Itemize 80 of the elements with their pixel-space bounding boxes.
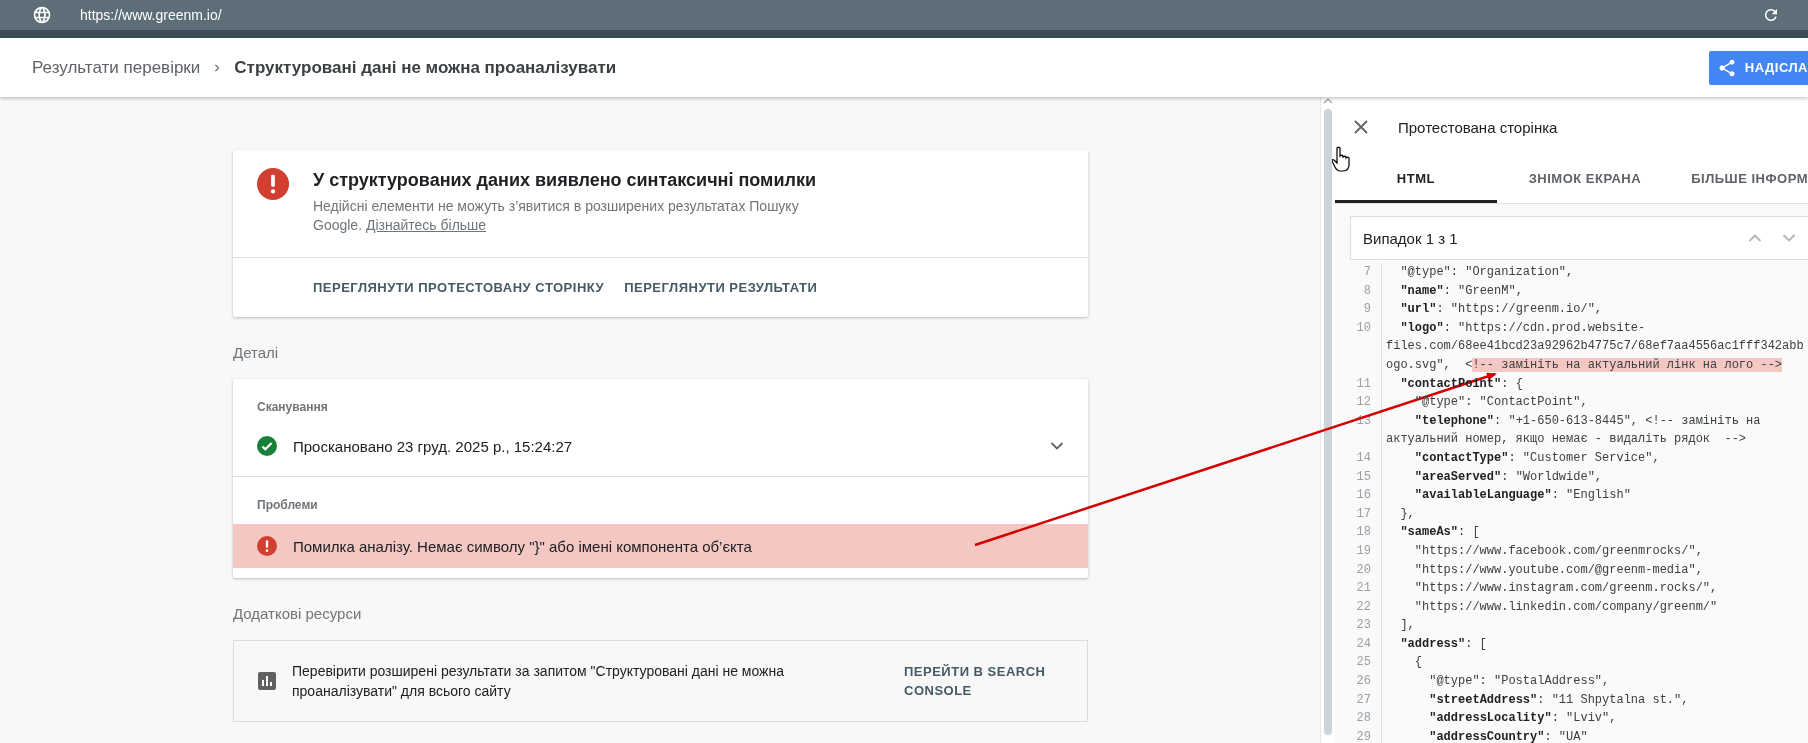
code-line: "availableLanguage": "English" bbox=[1413, 487, 1631, 505]
code-line: ], bbox=[1399, 617, 1415, 635]
refresh-icon[interactable] bbox=[1762, 6, 1780, 24]
code-line: "https://www.youtube.com/@greenm-media", bbox=[1413, 561, 1703, 579]
code-line: "https://www.instagram.com/greenm.rocks/", bbox=[1413, 580, 1718, 598]
code-line: "@type": "PostalAddress", bbox=[1428, 673, 1610, 691]
code-line: "streetAddress": "11 Shpytalna st.", bbox=[1428, 691, 1689, 709]
line-number: 19 bbox=[1335, 541, 1382, 561]
chevron-down-icon[interactable] bbox=[1050, 441, 1064, 451]
line-number: 15 bbox=[1335, 467, 1382, 487]
line-number: 8 bbox=[1335, 281, 1382, 301]
scrollbar[interactable] bbox=[1320, 97, 1335, 743]
pointer-cursor-icon bbox=[1332, 146, 1352, 172]
code-line: ogo.svg", <!-- замініть на актуальний лінк на лого --> bbox=[1385, 356, 1783, 374]
resource-text: Перевірити розширені результати за запитом "Структуровані дані не можна проаналізувати" для всього сайту bbox=[292, 662, 785, 701]
line-number: 29 bbox=[1335, 727, 1382, 743]
code-line: "url": "https://greenm.io/", bbox=[1399, 301, 1603, 319]
close-button[interactable] bbox=[1354, 120, 1368, 134]
code-line: "telephone": "+1-650-613-8445", <!-- замініть на bbox=[1413, 412, 1761, 430]
tab[interactable]: БІЛЬШЕ ІНФОРМ bbox=[1673, 157, 1808, 203]
line-number: 18 bbox=[1335, 523, 1382, 542]
line-number: 25 bbox=[1335, 653, 1382, 673]
submit-button[interactable]: НАДІСЛА bbox=[1708, 50, 1808, 85]
line-number: 23 bbox=[1335, 616, 1382, 635]
scroll-up-icon[interactable] bbox=[1323, 97, 1333, 105]
line-number: 27 bbox=[1335, 690, 1382, 710]
code-line: "@type": "Organization", bbox=[1399, 264, 1574, 281]
line-number: 26 bbox=[1335, 672, 1382, 691]
code-line: "@type": "ContactPoint", bbox=[1413, 394, 1588, 412]
line-number: 7 bbox=[1335, 263, 1382, 282]
error-icon bbox=[257, 536, 277, 556]
line-number: 11 bbox=[1335, 374, 1382, 394]
code-line: актуальний номер, якщо немає - видаліть рядок --> bbox=[1385, 431, 1747, 449]
page-title: Структуровані дані не можна проаналізувати bbox=[234, 57, 617, 78]
code-line: "logo": "https://cdn.prod.website- bbox=[1399, 319, 1646, 337]
summary-description: Недійсні елементи не можуть з’явитися в розширених результатах Пошуку Google. Дізнайтесь більше bbox=[313, 197, 800, 235]
action-button[interactable]: ПЕРЕГЛЯНУТИ РЕЗУЛЬТАТИ bbox=[624, 274, 818, 301]
section-heading: Додаткові ресурси bbox=[233, 605, 363, 622]
code-line: "addressLocality": "Lviv", bbox=[1428, 710, 1617, 728]
code-line: "addressCountry": "UA" bbox=[1428, 728, 1588, 743]
line-number: 9 bbox=[1335, 300, 1382, 319]
line-number: 22 bbox=[1335, 597, 1382, 617]
code-line: "name": "GreenM", bbox=[1399, 282, 1523, 300]
line-number: 20 bbox=[1335, 560, 1382, 580]
line-number: 10 bbox=[1335, 318, 1382, 338]
check-circle-icon bbox=[257, 436, 277, 456]
line-number: 17 bbox=[1335, 504, 1382, 524]
line-number: 12 bbox=[1335, 393, 1382, 412]
code-line: "areaServed": "Worldwide", bbox=[1413, 468, 1603, 486]
search-console-link[interactable]: ПЕРЕЙТИ В SEARCH CONSOLE bbox=[904, 662, 1054, 700]
line-number: 16 bbox=[1335, 486, 1382, 505]
code-line: }, bbox=[1399, 505, 1415, 523]
section-heading: Деталі bbox=[233, 344, 280, 361]
code-line: files.com/68ee41bcd23a92962b4775c7/68ef7aa4556ac1fff342abb bbox=[1385, 338, 1804, 356]
scan-status-text: Проскановано 23 груд. 2025 р., 15:24:27 bbox=[293, 437, 574, 455]
breadcrumb-link[interactable]: Результати перевірки bbox=[32, 57, 201, 78]
code-line: "sameAs": [ bbox=[1399, 524, 1480, 542]
group-heading: Сканування bbox=[256, 399, 329, 416]
panel-title: Протестована сторінка bbox=[1398, 118, 1558, 136]
code-line: "https://www.linkedin.com/company/greenm/" bbox=[1413, 598, 1718, 616]
code-line: "address": [ bbox=[1399, 635, 1487, 653]
bar-chart-icon bbox=[258, 672, 276, 690]
tab[interactable]: ЗНІМОК ЕКРАНА bbox=[1496, 157, 1674, 203]
code-line: "contactType": "Customer Service", bbox=[1413, 449, 1660, 467]
action-button[interactable]: ПЕРЕГЛЯНУТИ ПРОТЕСТОВАНУ СТОРІНКУ bbox=[313, 274, 605, 301]
group-heading: Проблеми bbox=[256, 497, 319, 514]
issue-text: Помилка аналізу. Немає символу "}" або імені компонента об’єкта bbox=[293, 537, 753, 555]
issue-row-highlighted[interactable]: Помилка аналізу. Немає символу "}" або імені компонента об’єкта bbox=[233, 524, 1088, 568]
summary-title: У структурованих даних виявлено синтаксичні помилки bbox=[313, 170, 816, 191]
line-number: 24 bbox=[1335, 634, 1382, 654]
code-line: "https://www.facebook.com/greenmrocks/", bbox=[1413, 542, 1703, 560]
line-number: 14 bbox=[1335, 448, 1382, 468]
chevron-up-icon[interactable] bbox=[1748, 233, 1762, 243]
learn-more-link[interactable]: Дізнайтесь більше bbox=[365, 217, 487, 233]
line-number: 21 bbox=[1335, 579, 1382, 598]
match-counter: Випадок 1 з 1 bbox=[1363, 229, 1459, 247]
code-line: { bbox=[1413, 654, 1422, 672]
line-number: 28 bbox=[1335, 709, 1382, 728]
error-icon bbox=[257, 168, 289, 200]
globe-icon bbox=[32, 5, 52, 25]
